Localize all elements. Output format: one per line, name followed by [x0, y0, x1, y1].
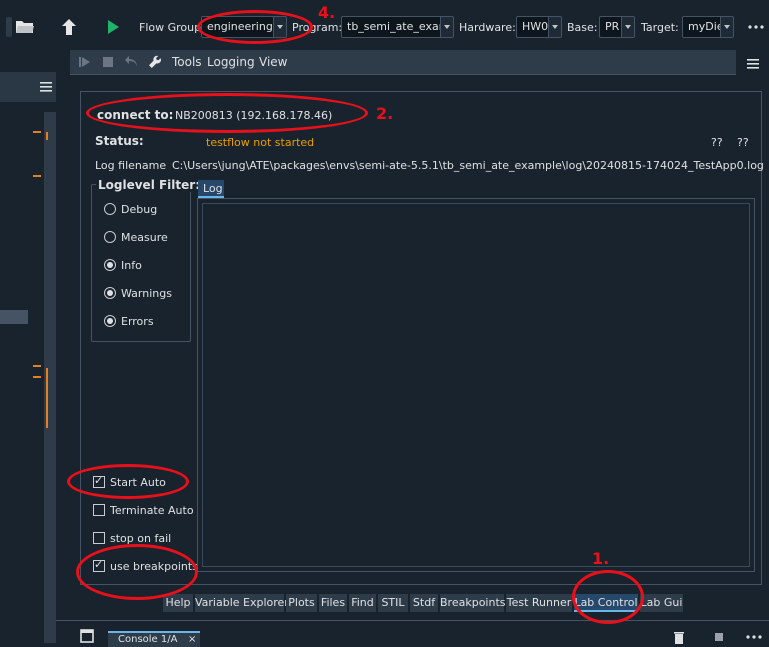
hardware-label: Hardware: [459, 21, 516, 34]
annotation-label-2: 2. [376, 104, 394, 123]
open-folder-icon[interactable] [12, 14, 38, 40]
tab-plots[interactable]: Plots [286, 594, 317, 612]
hardware-select[interactable]: HW0 [516, 16, 562, 38]
base-value: PR [605, 20, 620, 33]
target-select[interactable]: myDie [682, 16, 734, 38]
radio-debug-label[interactable]: Debug [121, 203, 157, 216]
tab-console[interactable]: Console 1/A × [108, 631, 200, 647]
stop-icon[interactable] [102, 56, 114, 68]
base-select[interactable]: PR [599, 16, 635, 38]
status-indicator-2: ?? [737, 136, 749, 149]
scroll-marker [33, 131, 41, 133]
radio-debug[interactable] [104, 203, 116, 215]
annotation-label-4: 4. [318, 3, 336, 22]
status-value: testflow not started [206, 136, 315, 149]
trash-icon[interactable] [673, 630, 685, 644]
left-pane-selected-row[interactable] [0, 310, 28, 324]
log-output[interactable] [202, 203, 750, 567]
annotation-ellipse-use-breakpoints [76, 544, 198, 600]
main-toolbar: Flow Group: engineering Program: tb_semi… [0, 0, 769, 56]
run-play-icon[interactable] [100, 14, 126, 40]
loglevel-filter-title: Loglevel Filter: [96, 178, 202, 192]
tab-log[interactable]: Log [198, 180, 224, 198]
program-select[interactable]: tb_semi_ate_exam [341, 16, 454, 38]
chevron-down-icon [720, 17, 733, 37]
menu-logging[interactable]: Logging [207, 55, 255, 69]
more-options-icon[interactable] [743, 14, 769, 40]
annotation-ellipse-flow-group [197, 10, 313, 44]
hardware-value: HW0 [522, 20, 549, 33]
tab-log-label: Log [203, 182, 223, 195]
target-value: myDie [688, 20, 724, 33]
tab-stdf[interactable]: Stdf [410, 594, 438, 612]
arrow-up-icon[interactable] [56, 14, 82, 40]
target-label: Target: [641, 21, 679, 34]
console-window-icon[interactable] [80, 629, 94, 643]
hamburger-menu-icon[interactable] [40, 82, 52, 92]
status-indicator-1: ?? [711, 136, 723, 149]
terminate-auto-checkbox[interactable] [93, 504, 105, 516]
stop-on-fail-label[interactable]: stop on fail [110, 532, 171, 545]
annotation-ellipse-start-auto [67, 464, 189, 499]
status-label: Status: [95, 134, 144, 148]
tab-test-runner[interactable]: Test Runner [506, 594, 572, 612]
terminate-auto-label[interactable]: Terminate Auto [110, 504, 194, 517]
radio-errors[interactable] [104, 315, 116, 327]
radio-info[interactable] [104, 259, 116, 271]
stop-icon[interactable] [715, 633, 723, 641]
scroll-marker [33, 365, 41, 367]
step-icon[interactable] [79, 56, 91, 68]
scroll-marker [46, 368, 48, 428]
menu-tools[interactable]: Tools [172, 55, 202, 69]
radio-warnings[interactable] [104, 287, 116, 299]
wrench-icon[interactable] [148, 55, 162, 69]
tab-files[interactable]: Files [319, 594, 347, 612]
tab-find[interactable]: Find [349, 594, 376, 612]
left-pane-header [0, 72, 56, 102]
tab-help[interactable]: Help [163, 594, 193, 612]
log-filename-value: C:\Users\jung\ATE\packages\envs\semi-ate… [172, 159, 764, 172]
chevron-down-icon [621, 17, 634, 37]
radio-info-label[interactable]: Info [121, 259, 142, 272]
tab-breakpoints[interactable]: Breakpoints [440, 594, 506, 612]
flow-group-label: Flow Group: [139, 21, 205, 34]
plugin-toolbar: Tools Logging View [70, 50, 736, 75]
log-filename-label: Log filename [95, 159, 167, 172]
program-value: tb_semi_ate_exam [347, 20, 450, 33]
tab-console-label: Console 1/A [118, 634, 178, 645]
hamburger-menu-icon[interactable] [742, 54, 764, 74]
annotation-label-1: 1. [592, 549, 610, 568]
tab-lab-gui[interactable]: Lab Gui [640, 594, 683, 612]
annotation-ellipse-lab-control [572, 570, 644, 624]
chevron-down-icon [548, 17, 561, 37]
scroll-marker [46, 132, 48, 140]
close-icon[interactable]: × [188, 633, 196, 646]
annotation-ellipse-connect [86, 93, 368, 133]
radio-measure-label[interactable]: Measure [121, 231, 168, 244]
radio-measure[interactable] [104, 231, 116, 243]
more-options-icon[interactable] [746, 635, 762, 639]
menu-view[interactable]: View [259, 55, 287, 69]
stop-on-fail-checkbox[interactable] [93, 532, 105, 544]
chevron-down-icon [440, 17, 453, 37]
radio-errors-label[interactable]: Errors [121, 315, 154, 328]
undo-icon[interactable] [124, 55, 138, 68]
tab-stil[interactable]: STIL [378, 594, 408, 612]
scroll-marker [33, 376, 41, 378]
scroll-marker [33, 175, 41, 177]
base-label: Base: [567, 21, 598, 34]
tab-variable-explorer[interactable]: Variable Explorer [195, 594, 289, 612]
radio-warnings-label[interactable]: Warnings [121, 287, 172, 300]
